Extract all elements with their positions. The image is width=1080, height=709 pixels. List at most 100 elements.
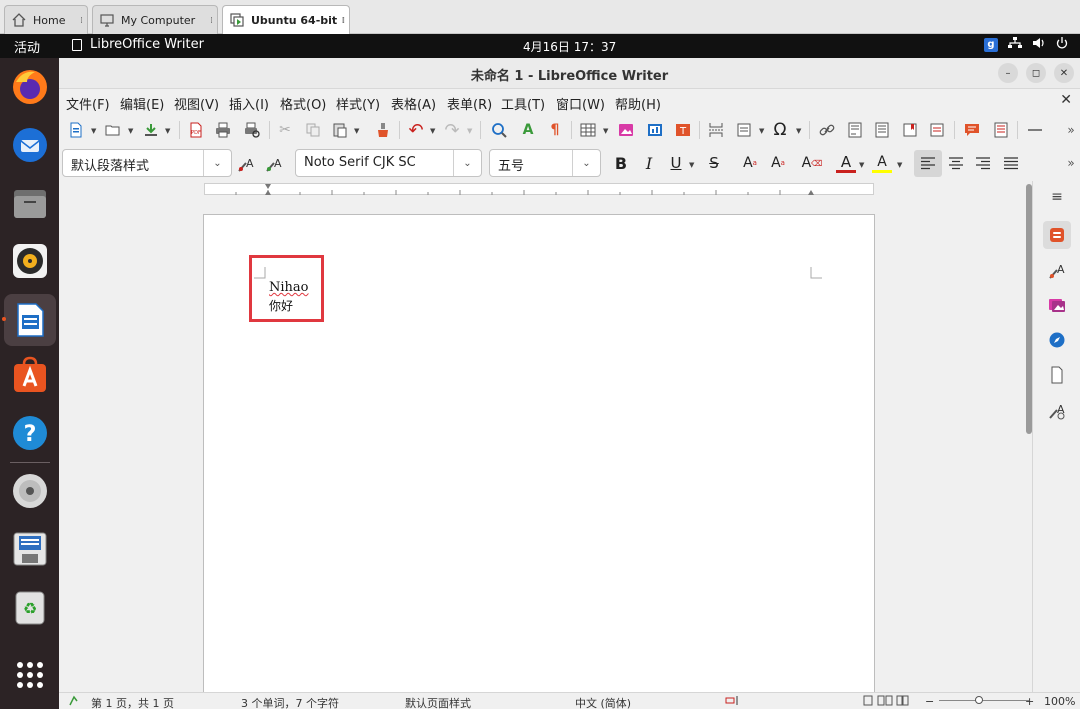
system-tray[interactable]: g: [984, 37, 1068, 52]
gallery-icon[interactable]: [1043, 291, 1071, 319]
save-icon[interactable]: [141, 120, 161, 140]
navigator-icon[interactable]: [1043, 326, 1071, 354]
redo-icon[interactable]: ↷: [442, 120, 462, 141]
insert-mode-icon[interactable]: [725, 695, 741, 709]
close-window-button[interactable]: ✕: [1054, 63, 1074, 83]
subscript-icon[interactable]: Aa: [768, 153, 788, 173]
font-color-icon[interactable]: A: [836, 153, 856, 173]
toolbar-overflow-icon[interactable]: »: [1061, 153, 1080, 173]
show-apps-icon[interactable]: [9, 654, 51, 696]
zoom-in-icon[interactable]: +: [1025, 695, 1034, 708]
tab-close-icon[interactable]: ⁞: [80, 16, 83, 26]
insert-field-icon[interactable]: [734, 120, 754, 140]
new-style-icon[interactable]: A: [264, 154, 284, 174]
menu-insert[interactable]: 插入(I): [229, 94, 269, 113]
justify-icon[interactable]: [1001, 154, 1021, 174]
chevron-down-icon[interactable]: ⌄: [453, 150, 481, 176]
strikethrough-icon[interactable]: S: [704, 153, 724, 173]
spelling-icon[interactable]: A: [518, 120, 538, 140]
chevron-down-icon[interactable]: ▼: [689, 161, 694, 169]
superscript-icon[interactable]: Aa: [740, 153, 760, 173]
minimize-button[interactable]: –: [998, 63, 1018, 83]
menu-help[interactable]: 帮助(H): [615, 94, 661, 113]
document-page[interactable]: Nihao 你好: [203, 214, 875, 692]
vm-tab-home[interactable]: Home ⁞: [4, 5, 88, 34]
input-method-icon[interactable]: g: [984, 37, 998, 52]
underline-icon[interactable]: U: [666, 153, 686, 173]
align-right-icon[interactable]: [973, 154, 993, 174]
window-titlebar[interactable]: 未命名 1 - LibreOffice Writer – ◻ ✕: [59, 58, 1080, 89]
clear-formatting-icon[interactable]: A ⌫: [802, 153, 823, 173]
chevron-down-icon[interactable]: ⌄: [572, 150, 600, 176]
document-text-line[interactable]: Nihao: [269, 280, 308, 295]
align-center-icon[interactable]: [946, 154, 966, 174]
app-menu[interactable]: LibreOffice Writer: [72, 37, 204, 52]
chevron-down-icon[interactable]: ▼: [165, 127, 170, 135]
clone-formatting-icon[interactable]: [373, 120, 393, 140]
chevron-down-icon[interactable]: ▼: [796, 127, 801, 135]
page-break-icon[interactable]: [706, 120, 726, 140]
chevron-down-icon[interactable]: ▼: [430, 127, 435, 135]
tab-close-icon[interactable]: ⁞: [342, 16, 345, 26]
align-left-icon[interactable]: [914, 150, 942, 177]
libreoffice-writer-icon[interactable]: [4, 294, 56, 346]
paste-icon[interactable]: [330, 120, 350, 140]
chevron-down-icon[interactable]: ▼: [128, 127, 133, 135]
vm-tab-my-computer[interactable]: My Computer ⁞: [92, 5, 218, 34]
italic-icon[interactable]: I: [639, 153, 659, 173]
footnote-icon[interactable]: [845, 120, 865, 140]
horizontal-line-icon[interactable]: [1025, 120, 1045, 140]
help-icon[interactable]: ?: [9, 412, 51, 454]
chevron-down-icon[interactable]: ▼: [759, 127, 764, 135]
app-center-icon[interactable]: [9, 354, 51, 396]
trash-icon[interactable]: ♻: [9, 586, 51, 628]
optical-disc-icon[interactable]: [9, 470, 51, 512]
insert-table-icon[interactable]: [578, 120, 598, 140]
chevron-down-icon[interactable]: ▼: [91, 127, 96, 135]
insert-image-icon[interactable]: [616, 120, 636, 140]
insert-textbox-icon[interactable]: T: [673, 120, 693, 140]
copy-icon[interactable]: [303, 120, 323, 140]
toolbar-overflow-icon[interactable]: »: [1061, 120, 1080, 140]
bookmark-icon[interactable]: [900, 120, 920, 140]
page-icon[interactable]: [1043, 361, 1071, 389]
menu-styles[interactable]: 样式(Y): [336, 94, 380, 113]
network-icon[interactable]: [1008, 37, 1022, 52]
sidebar-menu-icon[interactable]: ≡: [1043, 183, 1071, 211]
highlight-color-icon[interactable]: A: [872, 153, 892, 173]
open-document-icon[interactable]: [103, 120, 123, 140]
menu-file[interactable]: 文件(F): [66, 94, 110, 113]
volume-icon[interactable]: [1032, 37, 1046, 52]
cut-icon[interactable]: ✂: [275, 120, 295, 140]
properties-icon[interactable]: [1043, 221, 1071, 249]
page-style[interactable]: 默认页面样式: [405, 695, 471, 709]
chevron-down-icon[interactable]: ▼: [467, 127, 472, 135]
formatting-marks-icon[interactable]: ¶: [545, 120, 565, 140]
chevron-down-icon[interactable]: ⌄: [203, 150, 231, 176]
chevron-down-icon[interactable]: ▼: [603, 127, 608, 135]
font-name-combo[interactable]: Noto Serif CJK SC ⌄: [295, 149, 482, 177]
insert-comment-icon[interactable]: [962, 120, 982, 140]
clock[interactable]: 4月16日 17：37: [523, 38, 616, 55]
floppy-disk-icon[interactable]: [9, 528, 51, 570]
insert-chart-icon[interactable]: [645, 120, 665, 140]
endnote-icon[interactable]: [872, 120, 892, 140]
menu-table[interactable]: 表格(A): [391, 94, 436, 113]
vm-tab-ubuntu[interactable]: Ubuntu 64-bit ⁞: [222, 5, 350, 34]
activities-button[interactable]: 活动: [14, 37, 40, 56]
chevron-down-icon[interactable]: ▼: [859, 161, 864, 169]
thunderbird-icon[interactable]: [9, 124, 51, 166]
update-style-icon[interactable]: A: [236, 154, 256, 174]
word-count[interactable]: 3 个单词，7 个字符: [241, 695, 339, 709]
signature-icon[interactable]: [69, 695, 79, 709]
power-icon[interactable]: [1056, 37, 1068, 52]
document-text-line[interactable]: 你好: [269, 297, 293, 314]
zoom-slider[interactable]: [939, 700, 1029, 701]
close-document-icon[interactable]: ✕: [1060, 92, 1072, 108]
menu-form[interactable]: 表单(R): [447, 94, 492, 113]
menu-view[interactable]: 视图(V): [174, 94, 219, 113]
hyperlink-icon[interactable]: [817, 120, 837, 140]
font-size-combo[interactable]: 五号 ⌄: [489, 149, 601, 177]
horizontal-ruler[interactable]: [204, 183, 874, 195]
paragraph-style-combo[interactable]: 默认段落样式 ⌄: [62, 149, 232, 177]
